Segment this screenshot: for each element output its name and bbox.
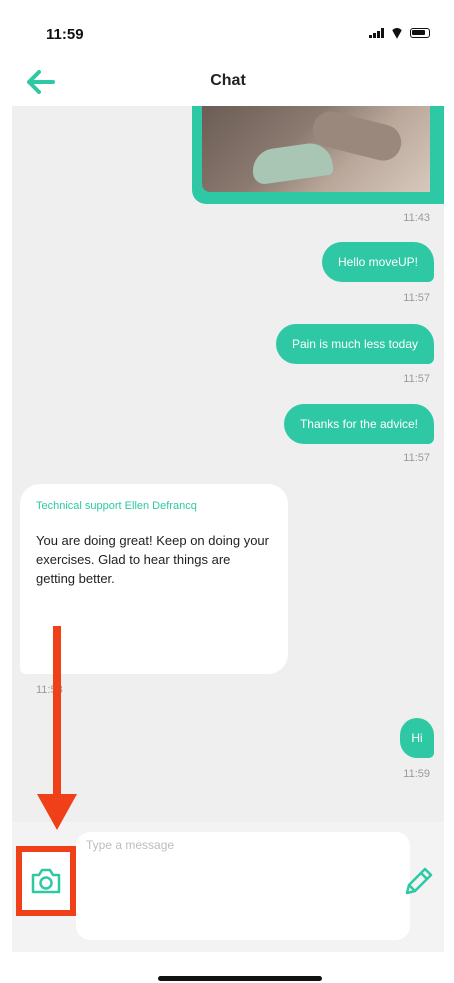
camera-icon xyxy=(31,868,61,894)
outgoing-message[interactable]: Hello moveUP! xyxy=(321,242,434,282)
message-time: 11:57 xyxy=(403,373,430,385)
message-text: Hi xyxy=(411,731,423,745)
home-indicator[interactable] xyxy=(158,976,322,981)
message-list[interactable]: 11:43 Hello moveUP! 11:57 Pain is much l… xyxy=(12,106,444,822)
annotation-arrowhead xyxy=(37,794,77,830)
page-title: Chat xyxy=(210,72,246,89)
message-time: 11:57 xyxy=(403,292,430,304)
status-bar: 11:59 xyxy=(12,0,444,58)
message-time: 11:57 xyxy=(403,452,430,464)
photo-attachment[interactable] xyxy=(202,106,430,192)
message-time: 11:59 xyxy=(403,768,430,780)
status-time: 11:59 xyxy=(46,26,84,43)
message-text: Pain is much less today xyxy=(291,337,418,351)
outgoing-message[interactable]: Thanks for the advice! xyxy=(283,404,434,444)
message-time: 11:43 xyxy=(403,212,430,224)
chat-screen: 11:59 Chat 11:43 Hello moveUP! 11:57 Pai… xyxy=(12,0,444,983)
message-composer xyxy=(12,822,444,952)
pencil-icon xyxy=(405,867,433,895)
chat-header: Chat xyxy=(12,58,444,106)
message-text: You are doing great! Keep on doing your … xyxy=(36,533,269,586)
camera-button[interactable] xyxy=(16,846,76,916)
battery-icon xyxy=(410,28,430,38)
wifi-icon xyxy=(390,28,404,38)
message-text: Hello moveUP! xyxy=(337,255,418,269)
outgoing-message[interactable]: Hi xyxy=(400,718,434,758)
message-input[interactable] xyxy=(76,832,410,940)
message-text: Thanks for the advice! xyxy=(299,417,418,431)
sender-name: Technical support Ellen Defrancq xyxy=(36,500,197,512)
annotation-arrow xyxy=(53,626,61,800)
status-icons xyxy=(369,28,430,38)
home-area xyxy=(12,952,444,983)
outgoing-message[interactable]: Pain is much less today xyxy=(275,324,434,364)
compose-button[interactable] xyxy=(398,862,438,902)
image-message[interactable] xyxy=(192,106,444,204)
signal-icon xyxy=(369,28,384,38)
